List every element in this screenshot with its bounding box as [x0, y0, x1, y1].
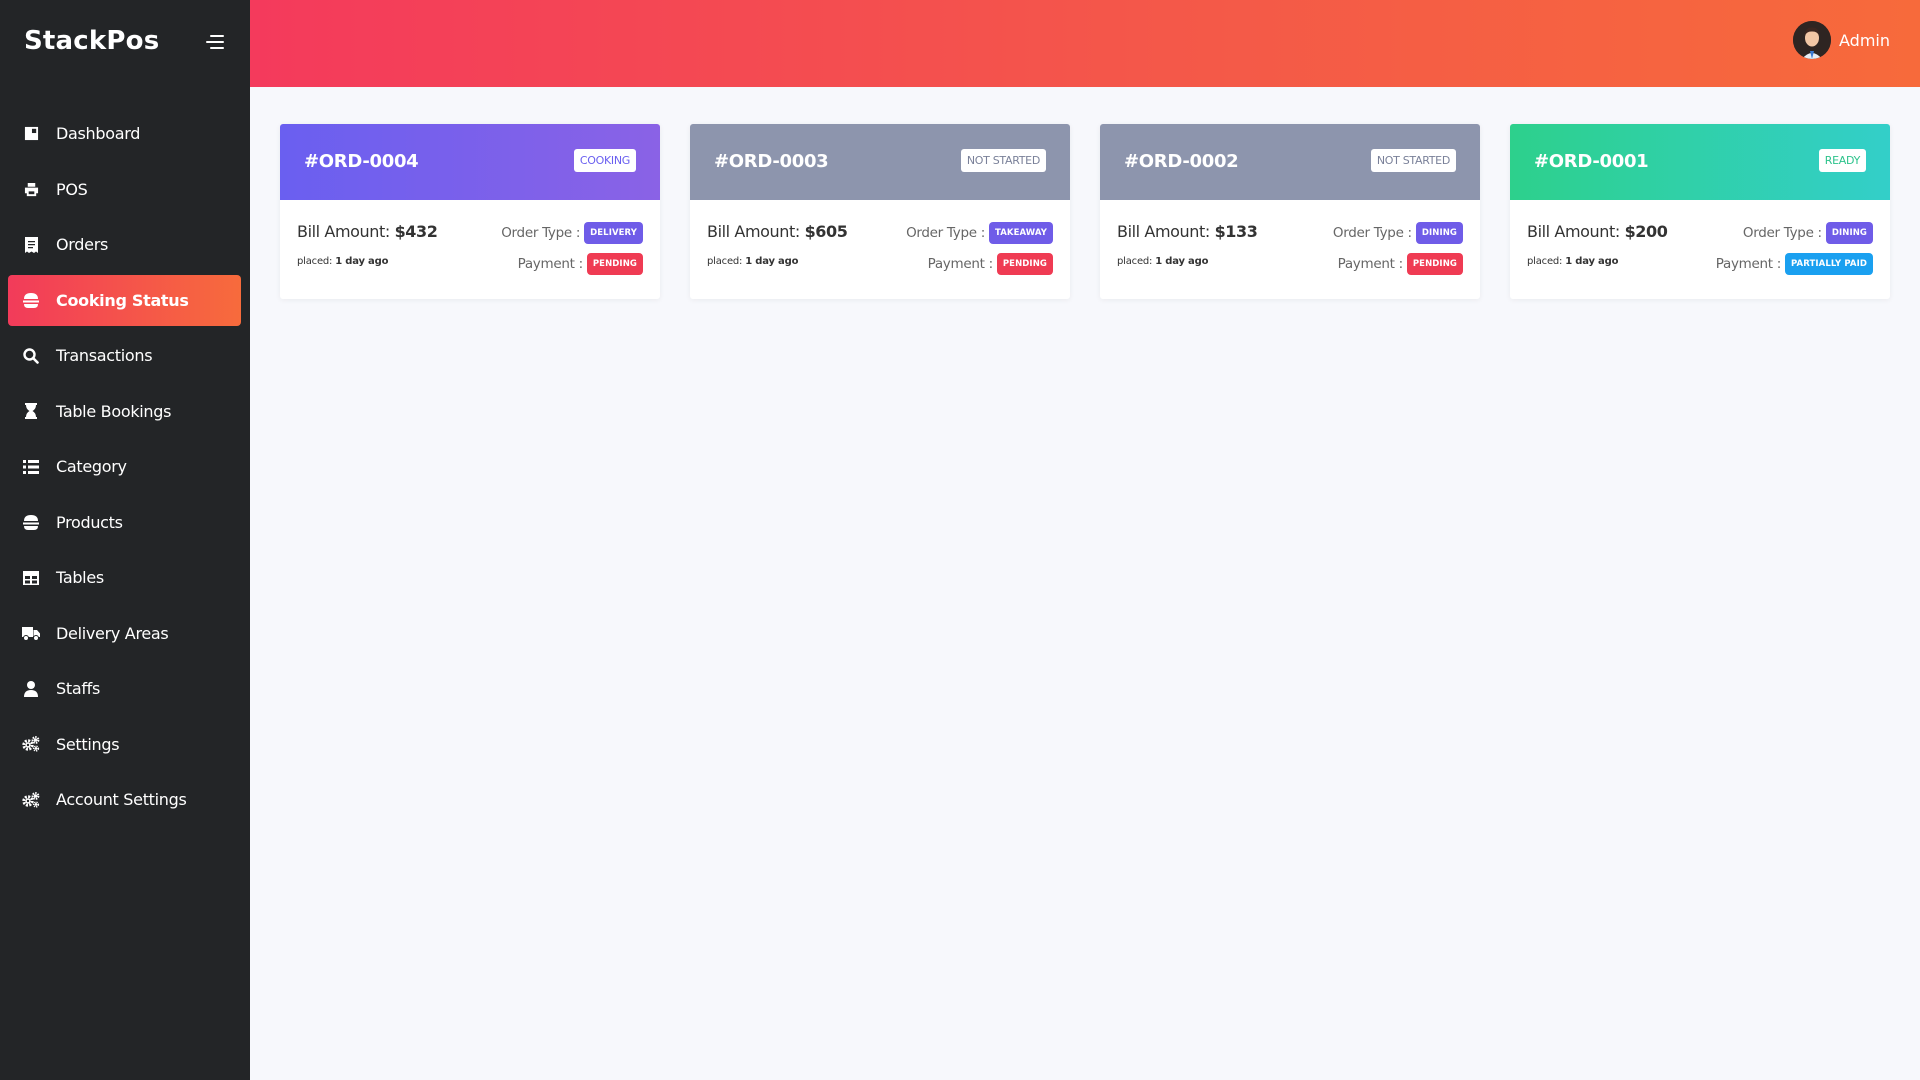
sidebar-item-label: Staffs — [56, 679, 101, 698]
sidebar-item-label: Table Bookings — [56, 401, 172, 421]
order-card-header: #ORD-0004 COOKING — [280, 124, 660, 200]
burger-icon — [22, 513, 40, 531]
order-type-row: Order Type : DINING — [1333, 222, 1463, 244]
sidebar-item-label: Delivery Areas — [56, 623, 169, 643]
order-type-badge: DINING — [1825, 222, 1873, 244]
sidebar-item-pos[interactable]: POS — [8, 164, 241, 215]
avatar — [1793, 21, 1831, 59]
bill-amount: Bill Amount: $432 — [297, 222, 438, 241]
placed-time: placed: 1 day ago — [297, 256, 389, 267]
gears-icon — [22, 735, 40, 753]
order-card-body: Bill Amount: $432 placed: 1 day ago Order … — [280, 200, 660, 299]
sidebar-item-dashboard[interactable]: Dashboard — [8, 108, 241, 159]
top-bar: Admin — [250, 0, 1920, 87]
user-menu[interactable]: Admin — [1793, 21, 1890, 59]
sidebar: StackPos Dashboard POS Orders Cooking Statu… — [0, 0, 250, 1080]
payment-status-badge: PENDING — [586, 253, 643, 275]
gears-icon — [22, 791, 40, 809]
sidebar-item-label: Orders — [56, 235, 109, 254]
order-card-header: #ORD-0001 READY — [1510, 124, 1890, 200]
sidebar-item-products[interactable]: Products — [8, 497, 241, 548]
order-card-body: Bill Amount: $200 placed: 1 day ago Order … — [1510, 200, 1890, 299]
payment-row: Payment : PARTIALLY PAID — [1716, 253, 1873, 275]
sidebar-item-tables[interactable]: Tables — [8, 552, 241, 603]
burger-icon — [22, 291, 40, 309]
order-id: #ORD-0004 — [304, 151, 419, 172]
search-dollar-icon — [22, 347, 40, 365]
sidebar-item-table-bookings[interactable]: Table Bookings — [8, 386, 241, 437]
hourglass-icon — [22, 402, 40, 420]
order-card[interactable]: #ORD-0002 NOT STARTED Bill Amount: $133 pla… — [1100, 124, 1480, 299]
sidebar-item-staffs[interactable]: Staffs — [8, 663, 241, 714]
payment-status-badge: PENDING — [1406, 253, 1463, 275]
table-icon — [22, 569, 40, 587]
order-id: #ORD-0001 — [1534, 151, 1649, 172]
sidebar-item-cooking-status[interactable]: Cooking Status — [8, 274, 241, 326]
order-card-body: Bill Amount: $133 placed: 1 day ago Order … — [1100, 200, 1480, 299]
bill-amount: Bill Amount: $605 — [707, 222, 848, 241]
order-type-badge: DELIVERY — [584, 222, 643, 244]
sidebar-item-label: Account Settings — [56, 790, 187, 809]
order-type-row: Order Type : DELIVERY — [501, 222, 643, 244]
order-card-header: #ORD-0003 NOT STARTED — [690, 124, 1070, 200]
bill-amount: Bill Amount: $200 — [1527, 222, 1668, 241]
order-type-row: Order Type : TAKEAWAY — [906, 222, 1053, 244]
dashboard-icon — [22, 125, 40, 143]
payment-row: Payment : PENDING — [928, 253, 1053, 275]
receipt-icon — [22, 236, 40, 254]
placed-time: placed: 1 day ago — [1527, 256, 1619, 267]
order-type-badge: TAKEAWAY — [988, 222, 1053, 244]
cooking-status-badge: COOKING — [573, 149, 636, 172]
order-card-header: #ORD-0002 NOT STARTED — [1100, 124, 1480, 200]
user-icon — [22, 680, 40, 698]
sidebar-item-label: POS — [56, 179, 88, 199]
printer-icon — [22, 180, 40, 198]
bill-amount: Bill Amount: $133 — [1117, 222, 1258, 241]
order-id: #ORD-0002 — [1124, 151, 1239, 172]
sidebar-item-delivery-areas[interactable]: Delivery Areas — [8, 608, 241, 659]
sidebar-menu: Dashboard POS Orders Cooking Status Transact… — [8, 108, 241, 830]
payment-row: Payment : PENDING — [1338, 253, 1463, 275]
cooking-status-badge: READY — [1818, 149, 1866, 172]
order-card-body: Bill Amount: $605 placed: 1 day ago Order … — [690, 200, 1070, 299]
sidebar-item-settings[interactable]: Settings — [8, 719, 241, 770]
brand-logo[interactable]: StackPos — [24, 26, 159, 56]
sidebar-item-label: Tables — [56, 568, 104, 587]
sidebar-item-label: Products — [56, 512, 123, 532]
order-card[interactable]: #ORD-0004 COOKING Bill Amount: $432 placed:… — [280, 124, 660, 299]
payment-status-badge: PENDING — [996, 253, 1053, 275]
user-name: Admin — [1839, 30, 1890, 50]
sidebar-item-label: Category — [56, 457, 127, 476]
sidebar-item-category[interactable]: Category — [8, 441, 241, 492]
order-id: #ORD-0003 — [714, 151, 829, 172]
sidebar-item-account-settings[interactable]: Account Settings — [8, 774, 241, 825]
payment-row: Payment : PENDING — [518, 253, 643, 275]
sidebar-item-label: Cooking Status — [56, 290, 189, 310]
placed-time: placed: 1 day ago — [707, 256, 799, 267]
menu-toggle-icon[interactable] — [206, 34, 224, 50]
truck-icon — [22, 624, 40, 642]
order-card[interactable]: #ORD-0003 NOT STARTED Bill Amount: $605 pla… — [690, 124, 1070, 299]
sidebar-item-label: Transactions — [56, 346, 153, 365]
payment-status-badge: PARTIALLY PAID — [1785, 253, 1873, 275]
order-card[interactable]: #ORD-0001 READY Bill Amount: $200 placed: 1… — [1510, 124, 1890, 299]
sidebar-item-label: Settings — [56, 734, 120, 754]
cooking-status-badge: NOT STARTED — [960, 149, 1046, 172]
order-type-row: Order Type : DINING — [1743, 222, 1873, 244]
sidebar-item-orders[interactable]: Orders — [8, 219, 241, 270]
sidebar-item-transactions[interactable]: Transactions — [8, 330, 241, 381]
sidebar-item-label: Dashboard — [56, 124, 141, 143]
list-icon — [22, 458, 40, 476]
order-type-badge: DINING — [1415, 222, 1463, 244]
cooking-status-badge: NOT STARTED — [1370, 149, 1456, 172]
placed-time: placed: 1 day ago — [1117, 256, 1209, 267]
